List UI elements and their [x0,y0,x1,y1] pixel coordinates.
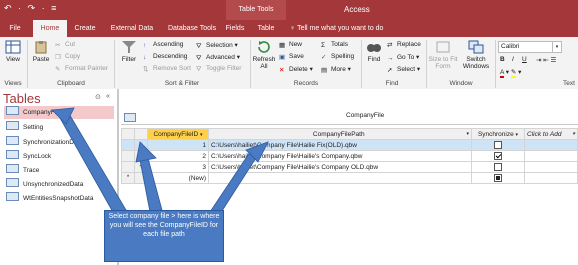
arrow-to-nav-item [59,111,127,215]
arrow-to-id-column [139,157,163,213]
arrowhead-icon [135,141,157,163]
annotation-arrows [51,107,269,215]
callout-annotation: Select company file > here is where you … [104,210,224,262]
arrow-to-path-column [209,151,257,215]
